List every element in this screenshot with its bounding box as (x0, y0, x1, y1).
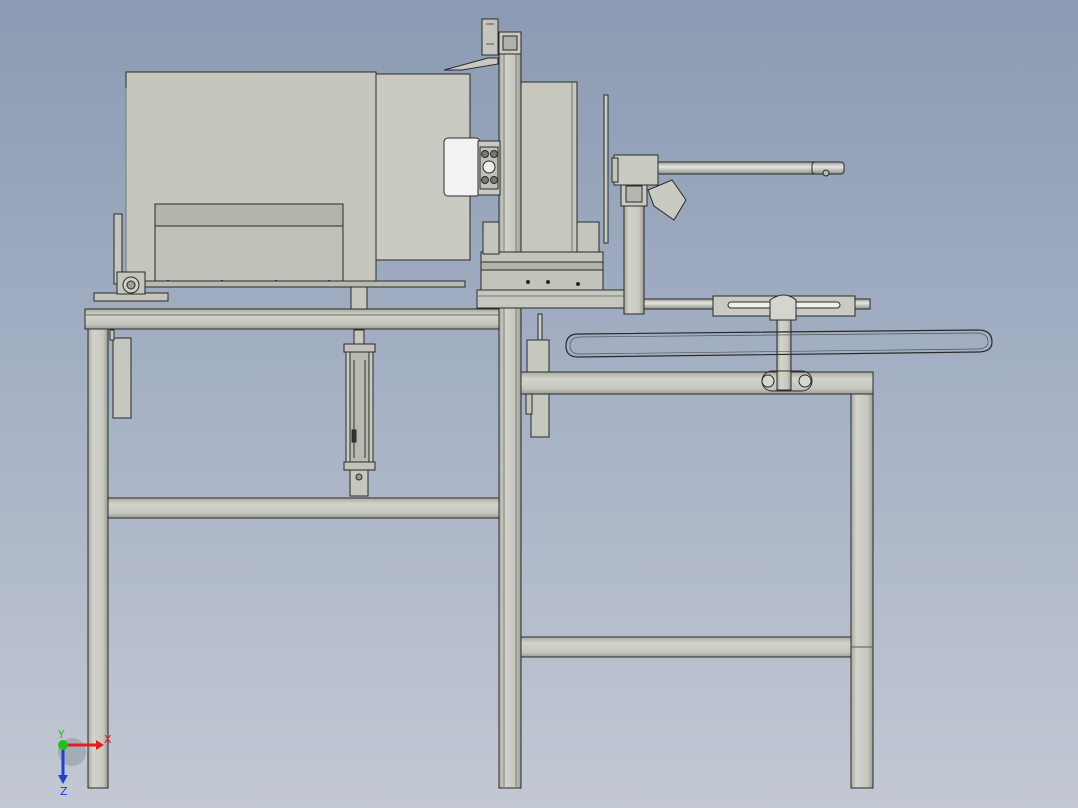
angled-clamp (647, 179, 687, 221)
disc-arm-assembly[interactable] (603, 94, 845, 315)
frame-lower-rail-right (520, 636, 852, 658)
drive-housing-body (520, 81, 578, 253)
frame-top-rail-right (520, 371, 874, 395)
frame-leg-left (87, 327, 109, 789)
shaft-guard (443, 137, 481, 197)
triad-y-label: Y (57, 728, 65, 741)
arm-rod (657, 161, 819, 175)
frame-leg-right (850, 393, 874, 789)
drive-lower-block (576, 221, 600, 255)
pivot-icon (761, 374, 775, 388)
frame-top-rail-left (84, 308, 503, 330)
left-hanging-panel (112, 337, 132, 419)
top-arm-bracket (443, 57, 499, 71)
motor-base-plate (144, 280, 466, 288)
y-axis-icon (58, 740, 68, 750)
triad-x-label: X (104, 733, 112, 746)
motor-assembly[interactable] (93, 57, 499, 310)
slide-plate (476, 289, 628, 309)
slide-base (480, 251, 604, 291)
arm-hub (613, 154, 659, 186)
cad-viewport[interactable]: X Y Z (0, 0, 1078, 808)
cutting-disc (603, 94, 609, 244)
triad-z-label: Z (60, 785, 68, 798)
frame-center-post (498, 51, 522, 789)
frame-lower-rail-left (107, 497, 501, 519)
